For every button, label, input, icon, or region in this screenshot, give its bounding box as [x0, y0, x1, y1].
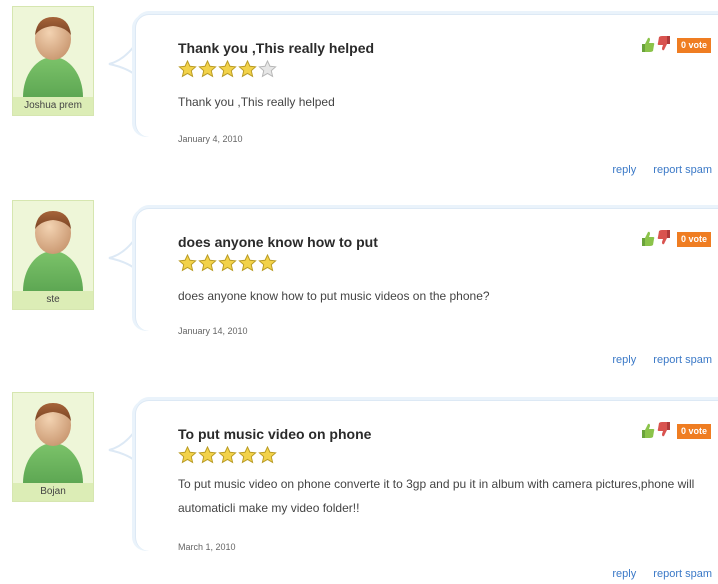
star-rating [178, 445, 278, 464]
avatar[interactable]: ste [12, 200, 94, 310]
star-icon [198, 445, 217, 464]
star-rating [178, 253, 278, 272]
report-spam-link[interactable]: report spam [653, 354, 712, 366]
thumbs-up-icon[interactable] [640, 422, 656, 440]
comment-date: January 14, 2010 [178, 326, 248, 336]
thumbs-down-icon[interactable] [656, 34, 672, 52]
comment-actions: reply report spam [598, 568, 712, 580]
vote-count-badge: 0 vote [677, 38, 712, 53]
reply-link[interactable]: reply [612, 354, 636, 366]
reply-link[interactable]: reply [612, 568, 636, 580]
star-icon [178, 445, 197, 464]
report-spam-link[interactable]: report spam [653, 164, 712, 176]
comment-actions: reply report spam [598, 164, 712, 176]
comment-body: To put music video on phone converte it … [178, 477, 695, 515]
vote-count-badge: 0 vote [677, 232, 712, 247]
star-icon [218, 445, 237, 464]
star-rating [178, 59, 278, 78]
comment-actions: reply report spam [598, 354, 712, 366]
comment-body: does anyone know how to put music videos… [178, 289, 490, 303]
username[interactable]: ste [13, 291, 93, 309]
reply-link[interactable]: reply [612, 164, 636, 176]
star-icon [178, 253, 197, 272]
star-icon [238, 253, 257, 272]
thumbs-down-icon[interactable] [656, 420, 672, 438]
comment-date: January 4, 2010 [178, 134, 243, 144]
comment-body: Thank you ,This really helped [178, 95, 335, 109]
username[interactable]: Bojan [13, 483, 93, 501]
star-icon [258, 253, 277, 272]
avatar[interactable]: Joshua prem [12, 6, 94, 116]
comment-title: Thank you ,This really helped [178, 40, 375, 56]
avatar[interactable]: Bojan [12, 392, 94, 502]
star-icon [218, 253, 237, 272]
comment-item: ste does anyone know how to put does any… [0, 194, 718, 389]
thumbs-up-icon[interactable] [640, 230, 656, 248]
star-icon [238, 445, 257, 464]
comment-title: does anyone know how to put [178, 234, 378, 250]
thumbs-down-icon[interactable] [656, 228, 672, 246]
star-icon [238, 59, 257, 78]
star-icon [258, 59, 277, 78]
avatar-icon [23, 403, 83, 483]
comment-item: Joshua prem Thank you ,This really helpe… [0, 0, 718, 195]
comment-date: March 1, 2010 [178, 542, 236, 552]
star-icon [218, 59, 237, 78]
star-icon [198, 59, 217, 78]
thumbs-up-icon[interactable] [640, 36, 656, 54]
avatar-icon [23, 17, 83, 97]
star-icon [178, 59, 197, 78]
comment-title: To put music video on phone [178, 426, 372, 442]
star-icon [198, 253, 217, 272]
avatar-icon [23, 211, 83, 291]
report-spam-link[interactable]: report spam [653, 568, 712, 580]
vote-count-badge: 0 vote [677, 424, 712, 439]
comment-item: Bojan To put music video on phone To put… [0, 386, 718, 584]
star-icon [258, 445, 277, 464]
username[interactable]: Joshua prem [13, 97, 93, 115]
